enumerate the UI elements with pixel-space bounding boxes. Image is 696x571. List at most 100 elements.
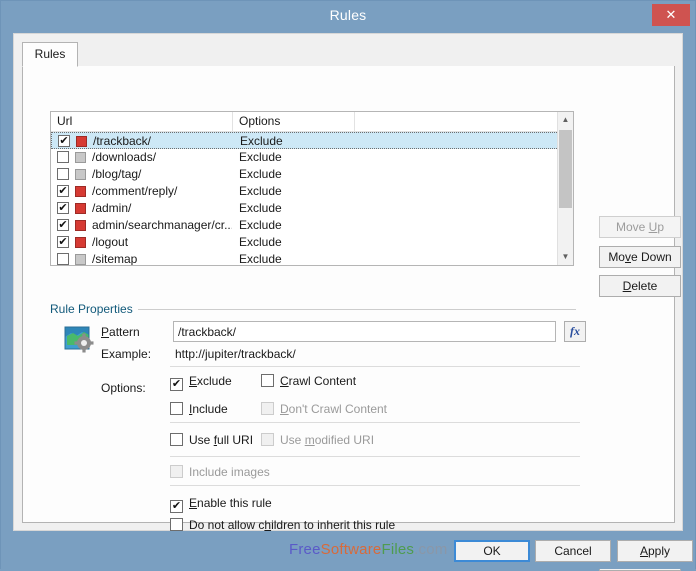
title-bar: Rules ✕ bbox=[1, 1, 695, 30]
row-url: /trackback/ bbox=[93, 134, 152, 148]
checkbox-include-box[interactable] bbox=[170, 402, 183, 415]
row-checkbox[interactable] bbox=[57, 253, 69, 265]
checkbox-exclude[interactable]: ✔ Exclude bbox=[170, 374, 232, 391]
table-row[interactable]: /blog/tag/Exclude bbox=[51, 166, 573, 183]
checkbox-no-inherit[interactable]: Do not allow children to inherit this ru… bbox=[170, 518, 395, 532]
delete-button[interactable]: Delete bbox=[599, 275, 681, 297]
row-checkbox[interactable] bbox=[57, 168, 69, 180]
row-url: /logout bbox=[92, 235, 129, 249]
watermark: FreeSoftwareFiles.com bbox=[289, 541, 447, 558]
rule-status-icon bbox=[75, 203, 86, 214]
row-url: /blog/tag/ bbox=[92, 167, 142, 181]
checkbox-enable-rule[interactable]: ✔ Enable this rule bbox=[170, 496, 272, 513]
checkbox-include[interactable]: Include bbox=[170, 402, 228, 416]
dialog-client-area: Rules Url Options ✔ /trackback/Exclude/do… bbox=[13, 33, 683, 571]
row-url: /sitemap bbox=[92, 252, 138, 265]
checkbox-include-images-box[interactable] bbox=[170, 465, 183, 478]
rule-properties-divider bbox=[136, 309, 576, 310]
row-options: Exclude bbox=[239, 167, 282, 181]
row-checkbox[interactable]: ✔ bbox=[57, 185, 69, 197]
table-row[interactable]: ✔ /comment/reply/Exclude bbox=[51, 183, 573, 200]
tab-rules[interactable]: Rules bbox=[22, 42, 78, 67]
move-down-button[interactable]: Move Down bbox=[599, 246, 681, 268]
row-url: admin/searchmanager/cr... bbox=[92, 218, 232, 232]
rule-status-icon bbox=[75, 237, 86, 248]
pattern-label: Pattern bbox=[101, 325, 140, 339]
checkbox-dont-crawl-content[interactable]: Don't Crawl Content bbox=[261, 402, 387, 416]
options-divider-2 bbox=[170, 422, 580, 423]
checkbox-use-full-uri[interactable]: Use full URI bbox=[170, 433, 253, 447]
tab-strip: Rules bbox=[22, 42, 675, 67]
rules-list-scrollbar[interactable]: ▲ ▼ bbox=[557, 112, 573, 265]
row-checkbox[interactable]: ✔ bbox=[57, 236, 69, 248]
checkbox-exclude-box[interactable]: ✔ bbox=[170, 378, 183, 391]
table-row[interactable]: /sitemap Exclude bbox=[51, 251, 573, 265]
checkbox-crawl-content-box[interactable] bbox=[261, 374, 274, 387]
move-up-button[interactable]: Move Up bbox=[599, 216, 681, 238]
checkbox-crawl-content[interactable]: Crawl Content bbox=[261, 374, 356, 388]
close-icon[interactable]: ✕ bbox=[652, 4, 690, 26]
rule-status-icon bbox=[75, 254, 86, 265]
column-header-blank[interactable] bbox=[355, 112, 573, 131]
rule-properties-title: Rule Properties bbox=[50, 302, 138, 316]
rule-status-icon bbox=[75, 152, 86, 163]
watermark-segment: .com bbox=[414, 541, 448, 558]
rules-list-body: ✔ /trackback/Exclude/downloads/Exclude/bl… bbox=[51, 132, 573, 265]
row-url: /comment/reply/ bbox=[92, 184, 178, 198]
row-url: /admin/ bbox=[92, 201, 132, 215]
checkbox-no-inherit-box[interactable] bbox=[170, 518, 183, 531]
options-divider-3 bbox=[170, 456, 580, 457]
example-value: http://jupiter/trackback/ bbox=[175, 347, 296, 361]
row-options: Exclude bbox=[240, 134, 283, 148]
column-header-url[interactable]: Url bbox=[51, 112, 233, 131]
scroll-down-icon[interactable]: ▼ bbox=[558, 249, 573, 265]
row-options: Exclude bbox=[239, 201, 282, 215]
rules-list-header: Url Options bbox=[51, 112, 573, 132]
rules-dialog: Rules ✕ Rules Url Options ✔ /trackback/Ex… bbox=[0, 0, 696, 571]
watermark-segment: Free bbox=[289, 541, 321, 558]
apply-button[interactable]: Apply bbox=[617, 540, 693, 562]
rule-status-icon bbox=[75, 169, 86, 180]
checkbox-use-full-uri-box[interactable] bbox=[170, 433, 183, 446]
checkbox-use-modified-uri[interactable]: Use modified URI bbox=[261, 433, 374, 447]
checkbox-dont-crawl-content-box[interactable] bbox=[261, 402, 274, 415]
scroll-up-icon[interactable]: ▲ bbox=[558, 112, 573, 128]
rules-list[interactable]: Url Options ✔ /trackback/Exclude/download… bbox=[50, 111, 574, 266]
options-divider-1 bbox=[170, 366, 580, 367]
row-checkbox[interactable]: ✔ bbox=[58, 135, 70, 147]
formula-fx-button[interactable]: fx bbox=[564, 321, 586, 342]
tab-page-rules: Url Options ✔ /trackback/Exclude/download… bbox=[22, 66, 681, 571]
checkbox-enable-rule-box[interactable]: ✔ bbox=[170, 500, 183, 513]
example-label: Example: bbox=[101, 347, 152, 361]
rule-globe-gear-icon bbox=[64, 326, 94, 353]
checkbox-include-images[interactable]: Include images bbox=[170, 465, 270, 479]
pattern-input[interactable] bbox=[173, 321, 556, 342]
row-checkbox[interactable]: ✔ bbox=[57, 219, 69, 231]
watermark-segment: Software bbox=[320, 541, 382, 558]
rule-status-icon bbox=[76, 136, 87, 147]
row-url: /downloads/ bbox=[92, 150, 157, 164]
table-row[interactable]: ✔ /logout Exclude bbox=[51, 234, 573, 251]
table-row[interactable]: ✔ /trackback/Exclude bbox=[51, 132, 573, 149]
table-row[interactable]: /downloads/Exclude bbox=[51, 149, 573, 166]
row-options: Exclude bbox=[239, 218, 282, 232]
watermark-segment: Files bbox=[381, 541, 415, 558]
row-options: Exclude bbox=[239, 184, 282, 198]
table-row[interactable]: ✔ /admin/Exclude bbox=[51, 200, 573, 217]
rule-status-icon bbox=[75, 186, 86, 197]
cancel-button[interactable]: Cancel bbox=[535, 540, 611, 562]
rule-status-icon bbox=[75, 220, 86, 231]
row-checkbox[interactable]: ✔ bbox=[57, 202, 69, 214]
options-label: Options: bbox=[101, 381, 146, 395]
row-options: Exclude bbox=[239, 235, 282, 249]
row-checkbox[interactable] bbox=[57, 151, 69, 163]
scrollbar-thumb[interactable] bbox=[559, 130, 572, 208]
checkbox-use-modified-uri-box[interactable] bbox=[261, 433, 274, 446]
window-title: Rules bbox=[329, 7, 367, 23]
row-options: Exclude bbox=[239, 252, 282, 265]
options-divider-4 bbox=[170, 485, 580, 486]
ok-button[interactable]: OK bbox=[454, 540, 530, 562]
table-row[interactable]: ✔ admin/searchmanager/cr... Exclude bbox=[51, 217, 573, 234]
column-header-options[interactable]: Options bbox=[233, 112, 355, 131]
row-options: Exclude bbox=[239, 150, 282, 164]
